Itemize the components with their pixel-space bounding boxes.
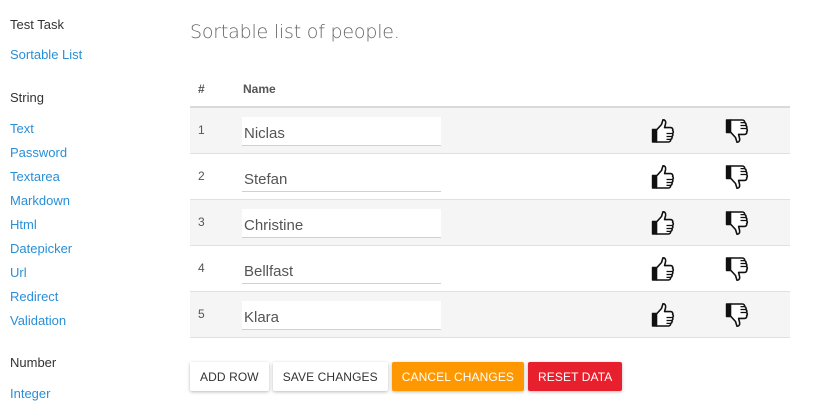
thumbs-up-icon[interactable] bbox=[648, 301, 676, 329]
table-row: 5 bbox=[190, 292, 790, 338]
sidebar-link-html[interactable]: Html bbox=[10, 217, 37, 232]
sidebar-heading-test-task: Test Task bbox=[10, 17, 64, 32]
thumbs-up-icon[interactable] bbox=[648, 255, 676, 283]
thumbs-down-icon[interactable] bbox=[722, 301, 750, 329]
sidebar-link-textarea[interactable]: Textarea bbox=[10, 169, 60, 184]
action-bar: ADD ROW SAVE CHANGES CANCEL CHANGES RESE… bbox=[190, 362, 623, 391]
thumbs-down-icon[interactable] bbox=[722, 255, 750, 283]
table-row: 3 bbox=[190, 200, 790, 246]
sidebar-link-validation[interactable]: Validation bbox=[10, 313, 66, 328]
sidebar-link-sortable-list[interactable]: Sortable List bbox=[10, 47, 82, 62]
sidebar-link-password[interactable]: Password bbox=[10, 145, 67, 160]
thumbs-up-icon[interactable] bbox=[648, 163, 676, 191]
sidebar-link-markdown[interactable]: Markdown bbox=[10, 193, 70, 208]
reset-data-button[interactable]: RESET DATA bbox=[528, 362, 623, 391]
app-root: Test Task Sortable List String Text Pass… bbox=[0, 0, 828, 410]
row-number: 1 bbox=[198, 123, 205, 137]
sidebar-link-url[interactable]: Url bbox=[10, 265, 27, 280]
sidebar-link-text[interactable]: Text bbox=[10, 121, 34, 136]
name-input[interactable] bbox=[242, 163, 441, 192]
sidebar-link-redirect[interactable]: Redirect bbox=[10, 289, 58, 304]
cancel-changes-button[interactable]: CANCEL CHANGES bbox=[391, 362, 525, 391]
sidebar: Test Task Sortable List String Text Pass… bbox=[10, 0, 170, 410]
column-header-name: Name bbox=[243, 82, 276, 96]
sidebar-link-integer[interactable]: Integer bbox=[10, 386, 50, 401]
row-number: 4 bbox=[198, 261, 205, 275]
thumbs-down-icon[interactable] bbox=[722, 117, 750, 145]
row-number: 5 bbox=[198, 307, 205, 321]
thumbs-up-icon[interactable] bbox=[648, 117, 676, 145]
thumbs-down-icon[interactable] bbox=[722, 163, 750, 191]
save-changes-button[interactable]: SAVE CHANGES bbox=[272, 362, 388, 391]
table-header: # Name bbox=[190, 70, 790, 108]
table-row: 4 bbox=[190, 246, 790, 292]
thumbs-up-icon[interactable] bbox=[648, 209, 676, 237]
name-input[interactable] bbox=[242, 301, 441, 330]
name-input[interactable] bbox=[242, 117, 441, 146]
main-content: Sortable list of people. # Name 1 2 3 bbox=[190, 0, 790, 410]
add-row-button[interactable]: ADD ROW bbox=[190, 362, 269, 391]
people-table: # Name 1 2 3 4 bbox=[190, 70, 790, 338]
sidebar-link-datepicker[interactable]: Datepicker bbox=[10, 241, 72, 256]
table-row: 1 bbox=[190, 108, 790, 154]
name-input[interactable] bbox=[242, 209, 441, 238]
sidebar-heading-string: String bbox=[10, 90, 44, 105]
name-input[interactable] bbox=[242, 255, 441, 284]
row-number: 3 bbox=[198, 215, 205, 229]
sidebar-heading-number: Number bbox=[10, 355, 57, 370]
row-number: 2 bbox=[198, 169, 205, 183]
table-row: 2 bbox=[190, 154, 790, 200]
column-header-number: # bbox=[198, 82, 205, 96]
thumbs-down-icon[interactable] bbox=[722, 209, 750, 237]
page-title: Sortable list of people. bbox=[190, 21, 400, 43]
